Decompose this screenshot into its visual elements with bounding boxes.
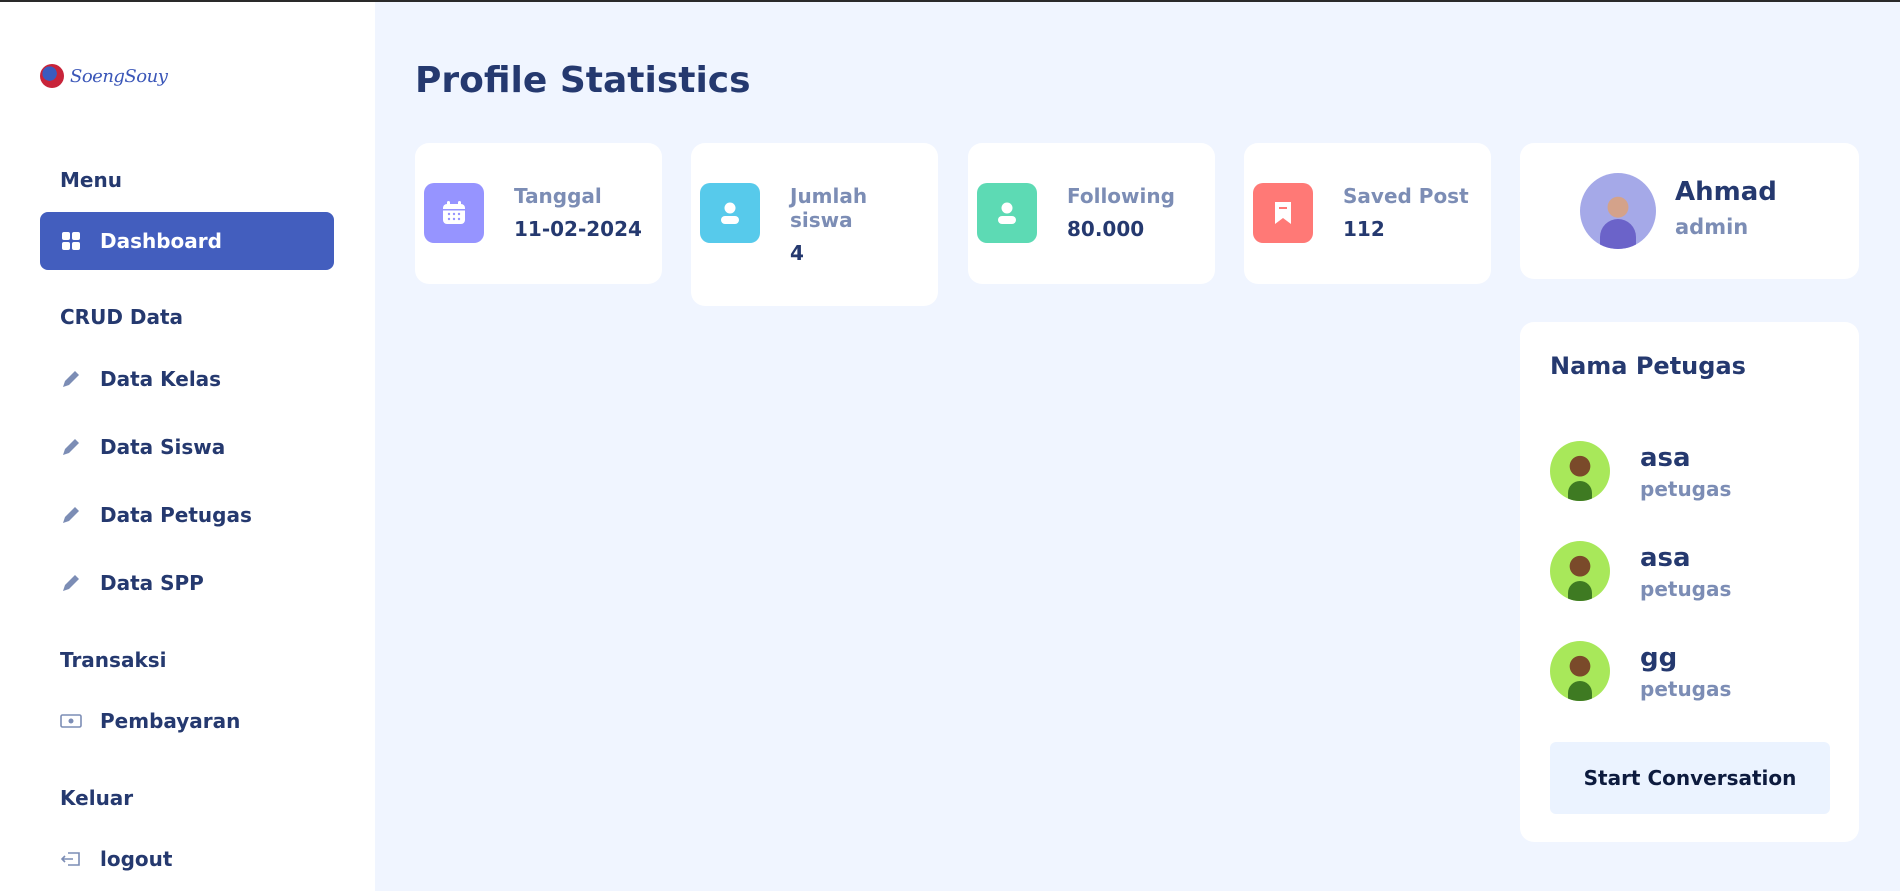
- avatar[interactable]: [1580, 173, 1656, 249]
- section-title-keluar: Keluar: [60, 786, 134, 810]
- bookmark-icon: [1253, 183, 1313, 243]
- section-title-crud: CRUD Data: [60, 305, 184, 329]
- section-title-transaksi: Transaksi: [60, 648, 167, 672]
- grid-icon: [60, 230, 82, 252]
- staff-row[interactable]: gg petugas: [1550, 641, 1840, 705]
- stat-value: 80.000: [1067, 217, 1145, 241]
- stat-card-jumlah-siswa: Jumlah siswa 4: [691, 143, 938, 306]
- sidebar-item-label: Data Kelas: [100, 367, 222, 391]
- sidebar: SoengSouy Menu Dashboard CRUD Data Data …: [0, 2, 375, 891]
- sidebar-item-logout[interactable]: logout: [40, 830, 334, 888]
- stat-value: 11-02-2024: [514, 217, 642, 241]
- stat-label: Saved Post: [1343, 184, 1469, 208]
- calendar-icon: [424, 183, 484, 243]
- pencil-icon: [60, 436, 82, 458]
- sidebar-item-data-siswa[interactable]: Data Siswa: [40, 418, 334, 476]
- avatar: [1550, 441, 1610, 501]
- staff-card: Nama Petugas asa petugas asa petugas gg …: [1520, 322, 1859, 842]
- staff-name: asa: [1640, 443, 1691, 473]
- stat-card-following: Following 80.000: [968, 143, 1215, 284]
- sidebar-item-label: Data Petugas: [100, 503, 252, 527]
- logo-text: SoengSouy: [70, 65, 168, 87]
- sidebar-item-data-kelas[interactable]: Data Kelas: [40, 350, 334, 408]
- sidebar-item-label: Pembayaran: [100, 709, 241, 733]
- stat-label: Jumlah siswa: [790, 184, 868, 232]
- stat-label: Following: [1067, 184, 1175, 208]
- section-title-menu: Menu: [60, 168, 122, 192]
- sidebar-item-label: Dashboard: [100, 229, 222, 253]
- brand-logo[interactable]: SoengSouy: [40, 64, 168, 88]
- person-icon: [977, 183, 1037, 243]
- sidebar-item-label: Data Siswa: [100, 435, 226, 459]
- staff-name: gg: [1640, 643, 1678, 673]
- sidebar-item-pembayaran[interactable]: Pembayaran: [40, 692, 334, 750]
- staff-row[interactable]: asa petugas: [1550, 441, 1840, 505]
- avatar: [1550, 541, 1610, 601]
- logo-badge-icon: [40, 64, 64, 88]
- start-conversation-button[interactable]: Start Conversation: [1550, 742, 1830, 814]
- staff-role: petugas: [1640, 677, 1732, 701]
- sidebar-item-data-petugas[interactable]: Data Petugas: [40, 486, 334, 544]
- cash-icon: [60, 710, 82, 732]
- sidebar-item-label: logout: [100, 847, 173, 871]
- staff-row[interactable]: asa petugas: [1550, 541, 1840, 605]
- stat-card-saved-post: Saved Post 112: [1244, 143, 1491, 284]
- profile-card: Ahmad admin: [1520, 143, 1859, 279]
- staff-title: Nama Petugas: [1550, 352, 1746, 380]
- pencil-icon: [60, 504, 82, 526]
- stat-card-tanggal: Tanggal 11-02-2024: [415, 143, 662, 284]
- staff-role: petugas: [1640, 477, 1732, 501]
- stat-value: 4: [790, 241, 804, 265]
- stat-value: 112: [1343, 217, 1385, 241]
- stat-label: Tanggal: [514, 184, 602, 208]
- page-title: Profile Statistics: [415, 60, 751, 101]
- sidebar-item-dashboard[interactable]: Dashboard: [40, 212, 334, 270]
- sidebar-item-data-spp[interactable]: Data SPP: [40, 554, 334, 612]
- avatar: [1550, 641, 1610, 701]
- staff-name: asa: [1640, 543, 1691, 573]
- pencil-icon: [60, 368, 82, 390]
- sidebar-item-label: Data SPP: [100, 571, 204, 595]
- staff-role: petugas: [1640, 577, 1732, 601]
- pencil-icon: [60, 572, 82, 594]
- logout-icon: [60, 848, 82, 870]
- profile-name: Ahmad: [1675, 177, 1777, 207]
- profile-role: admin: [1675, 215, 1749, 239]
- person-icon: [700, 183, 760, 243]
